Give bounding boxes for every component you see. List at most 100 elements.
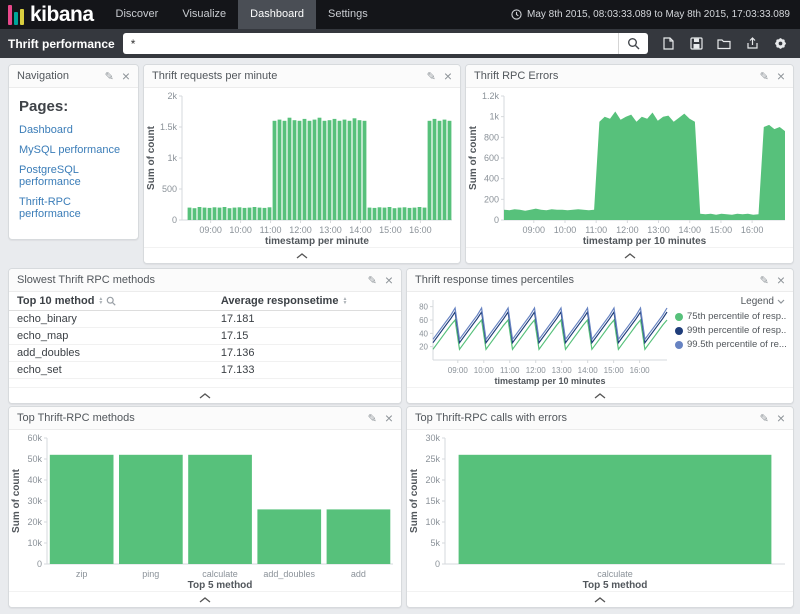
table-row: echo_map17.15 <box>9 328 401 345</box>
svg-text:800: 800 <box>484 132 499 142</box>
time-range-picker[interactable]: May 8th 2015, 08:03:33.089 to May 8th 20… <box>511 9 800 20</box>
svg-text:Top 5 method: Top 5 method <box>188 580 253 591</box>
svg-text:Top 5 method: Top 5 method <box>583 580 648 591</box>
svg-text:0: 0 <box>37 559 42 569</box>
collapse-panel-control[interactable] <box>144 247 460 263</box>
column-header-responsetime[interactable]: Average responsetime▲▼ <box>213 292 401 311</box>
panel-navigation: Navigation ✎ × Pages: Dashboard MySQL pe… <box>8 64 139 240</box>
legend-item[interactable]: 75th percentile of resp... <box>675 311 787 322</box>
new-dashboard-button[interactable] <box>656 33 680 54</box>
svg-text:1.5k: 1.5k <box>160 122 178 132</box>
chevron-up-icon <box>624 253 636 259</box>
close-panel-icon[interactable]: × <box>777 273 785 287</box>
gear-icon <box>774 37 787 50</box>
svg-text:10k: 10k <box>27 538 42 548</box>
collapse-panel-control[interactable] <box>9 387 401 403</box>
nav-discover[interactable]: Discover <box>104 0 171 29</box>
column-search-icon[interactable] <box>106 296 116 306</box>
edit-panel-icon[interactable]: ✎ <box>760 412 769 425</box>
close-panel-icon[interactable]: × <box>777 411 785 425</box>
legend-item[interactable]: 99th percentile of resp... <box>675 325 787 336</box>
top-methods-bar-chart[interactable]: 010k20k30k40k50k60kTop 5 methodSum of co… <box>9 430 401 592</box>
close-panel-icon[interactable]: × <box>385 411 393 425</box>
svg-text:10:00: 10:00 <box>554 225 577 235</box>
chevron-up-icon <box>594 393 606 399</box>
svg-text:400: 400 <box>484 174 499 184</box>
svg-text:0: 0 <box>435 559 440 569</box>
legend-title-label: Legend <box>741 296 774 307</box>
edit-panel-icon[interactable]: ✎ <box>760 274 769 287</box>
svg-text:10:00: 10:00 <box>229 225 252 235</box>
svg-text:Sum of count: Sum of count <box>11 468 22 533</box>
nav-dashboard[interactable]: Dashboard <box>238 0 316 29</box>
legend-item[interactable]: 99.5th percentile of re... <box>675 339 787 350</box>
collapse-panel-control[interactable] <box>407 591 793 607</box>
search-input[interactable] <box>123 33 618 54</box>
chevron-up-icon <box>296 253 308 259</box>
nav-link-dashboard[interactable]: Dashboard <box>19 124 128 136</box>
errors-area-chart[interactable]: 02004006008001k1.2k09:0010:0011:0012:001… <box>466 88 793 248</box>
nav-link-thrift-rpc[interactable]: Thrift-RPC performance <box>19 196 128 220</box>
nav-settings[interactable]: Settings <box>316 0 380 29</box>
logo-bar-teal <box>14 12 18 25</box>
sort-icon: ▲▼ <box>98 297 103 306</box>
svg-text:16:00: 16:00 <box>409 225 432 235</box>
svg-text:600: 600 <box>484 153 499 163</box>
legend-item-label: 99th percentile of resp... <box>687 325 787 336</box>
close-panel-icon[interactable]: × <box>444 69 452 83</box>
close-panel-icon[interactable]: × <box>777 69 785 83</box>
svg-text:20k: 20k <box>425 475 440 485</box>
nav-visualize[interactable]: Visualize <box>170 0 238 29</box>
svg-text:15k: 15k <box>425 496 440 506</box>
svg-text:Sum of count: Sum of count <box>409 468 420 533</box>
svg-text:15:00: 15:00 <box>379 225 402 235</box>
svg-text:09:00: 09:00 <box>523 225 546 235</box>
kibana-logo[interactable]: kibana <box>0 0 104 29</box>
percentiles-line-chart[interactable]: 2040608009:0010:0011:0012:0013:0014:0015… <box>407 292 675 388</box>
dashboard-grid: Navigation ✎ × Pages: Dashboard MySQL pe… <box>0 58 800 614</box>
svg-text:16:00: 16:00 <box>630 366 651 375</box>
svg-text:11:00: 11:00 <box>260 225 282 235</box>
svg-text:14:00: 14:00 <box>349 225 372 235</box>
edit-panel-icon[interactable]: ✎ <box>760 70 769 83</box>
panel-top-methods: Top Thrift-RPC methods ✎ × 010k20k30k40k… <box>8 406 402 608</box>
svg-text:30k: 30k <box>425 433 440 443</box>
share-dashboard-button[interactable] <box>740 33 764 54</box>
svg-text:60k: 60k <box>27 433 42 443</box>
chevron-up-icon <box>199 393 211 399</box>
folder-open-icon <box>717 38 731 50</box>
edit-panel-icon[interactable]: ✎ <box>105 70 114 83</box>
panel-thrift-rpc-errors: Thrift RPC Errors ✎ × 02004006008001k1.2… <box>465 64 794 264</box>
svg-text:1k: 1k <box>167 153 177 163</box>
collapse-panel-control[interactable] <box>407 387 793 403</box>
toolbar-actions <box>656 33 792 54</box>
panel-response-percentiles: Thrift response times percentiles ✎ × 20… <box>406 268 794 404</box>
legend-color-dot <box>675 341 683 349</box>
open-dashboard-button[interactable] <box>712 33 736 54</box>
legend-toggle[interactable]: Legend <box>675 296 785 307</box>
table-row: add_doubles17.136 <box>9 345 401 362</box>
collapse-panel-control[interactable] <box>9 591 401 607</box>
edit-panel-icon[interactable]: ✎ <box>368 274 377 287</box>
panel-title: Thrift response times percentiles <box>415 274 760 286</box>
svg-text:1.2k: 1.2k <box>482 91 500 101</box>
save-dashboard-button[interactable] <box>684 33 708 54</box>
requests-histogram[interactable]: 05001k1.5k2k09:0010:0011:0012:0013:0014:… <box>144 88 460 248</box>
nav-link-postgresql[interactable]: PostgreSQL performance <box>19 164 128 188</box>
column-header-method[interactable]: Top 10 method▲▼ <box>9 292 213 311</box>
svg-text:40: 40 <box>419 329 428 338</box>
svg-text:15:00: 15:00 <box>710 225 733 235</box>
search-button[interactable] <box>618 33 648 54</box>
table-row: echo_binary17.181 <box>9 311 401 328</box>
close-panel-icon[interactable]: × <box>122 69 130 83</box>
settings-button[interactable] <box>768 33 792 54</box>
edit-panel-icon[interactable]: ✎ <box>427 70 436 83</box>
legend-item-label: 99.5th percentile of re... <box>687 339 787 350</box>
close-panel-icon[interactable]: × <box>385 273 393 287</box>
svg-text:10k: 10k <box>425 517 440 527</box>
top-errors-bar-chart[interactable]: 05k10k15k20k25k30kTop 5 methodSum of cou… <box>407 430 793 592</box>
panel-title: Top Thrift-RPC methods <box>17 412 368 424</box>
nav-link-mysql[interactable]: MySQL performance <box>19 144 128 156</box>
collapse-panel-control[interactable] <box>466 247 793 263</box>
edit-panel-icon[interactable]: ✎ <box>368 412 377 425</box>
